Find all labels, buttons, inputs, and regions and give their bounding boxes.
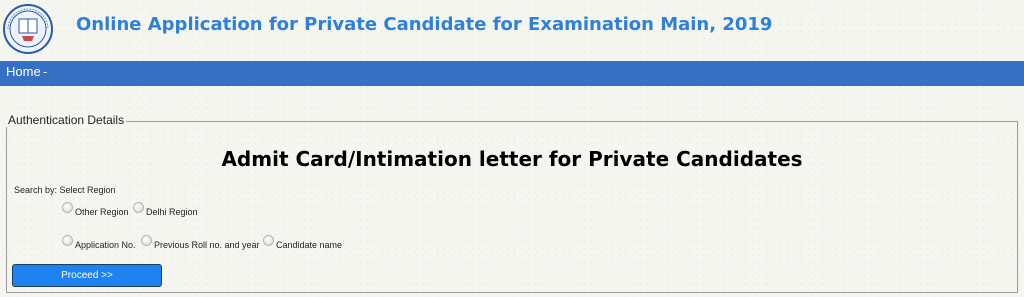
form-heading: Admit Card/Intimation letter for Private…	[221, 147, 803, 171]
radio-delhi-region[interactable]	[133, 202, 144, 213]
search-by-label: Search by: Select Region	[14, 185, 116, 195]
proceed-button[interactable]: Proceed >>	[12, 264, 162, 287]
radio-previous-roll-no[interactable]	[141, 235, 152, 246]
header: Online Application for Private Candidate…	[0, 0, 1024, 60]
cbse-emblem-icon	[3, 4, 53, 54]
radio-application-no[interactable]	[62, 235, 73, 246]
radio-candidate-name-label: Candidate name	[276, 240, 343, 250]
radio-candidate-name[interactable]	[263, 235, 274, 246]
fieldset-legend: Authentication Details	[6, 113, 127, 127]
app-title: Online Application for Private Candidate…	[76, 14, 773, 35]
page: Online Application for Private Candidate…	[0, 0, 1024, 297]
radio-other-region[interactable]	[62, 202, 73, 213]
radio-other-region-label: Other Region	[75, 207, 129, 217]
radio-delhi-region-label: Delhi Region	[146, 207, 198, 217]
nav-home-link[interactable]: Home	[6, 64, 41, 79]
nav-separator: -	[43, 64, 48, 79]
navbar: Home -	[0, 61, 1024, 86]
radio-previous-roll-no-label: Previous Roll no. and year	[154, 240, 260, 250]
radio-application-no-label: Application No.	[75, 240, 136, 250]
